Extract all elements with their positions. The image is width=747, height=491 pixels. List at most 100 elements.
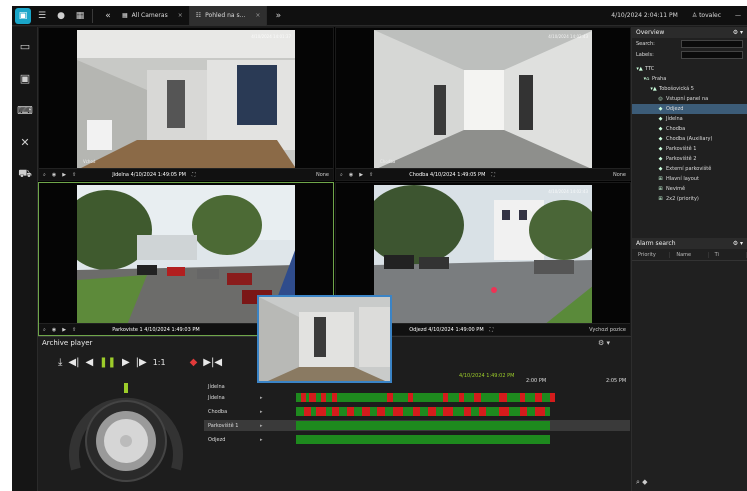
close-icon[interactable]: × [178,12,183,19]
camera-tile-2[interactable]: 4/10/2024 14:02:43 Chodba ⌕ ◉ ▶ ⇪ Chodba… [335,27,631,181]
camera-tag: Vchod [83,159,96,164]
car-icon[interactable]: ⛟ [12,161,38,187]
timeline-row[interactable]: Jídelna ▸ [204,392,630,403]
tree-item[interactable]: ▾⌂ Praha [632,74,747,84]
camera-label: Parkoviště 1 [208,422,239,429]
camera-grid: 4/10/2024 14:01:37 Vchod ⌕ ◉ ▶ ⇪ Jidelna… [38,27,631,336]
ptz-preset-select[interactable]: Vychozi pozice [589,327,626,333]
layout-grid-icon[interactable]: ▦ [72,8,88,24]
eye-icon[interactable]: ◉ [52,327,56,333]
bookmark-icon[interactable]: ◆ [190,357,198,368]
camera-label: Jídelna [208,394,225,401]
camera-feed-1[interactable]: 4/10/2024 14:01:37 Vchod [77,30,295,168]
motion-segment [473,393,482,402]
tree-item[interactable]: ◆ Chodba [632,124,747,134]
menu-icon[interactable]: ☰ [34,8,50,24]
ptz-preset-select[interactable]: None [613,172,626,178]
expand-arrow-icon[interactable]: ▸ [260,423,296,429]
expand-icon[interactable]: ⛶ [491,172,495,178]
recording-bar[interactable] [296,393,556,402]
tree-item[interactable]: ◆ Odjezd [632,104,747,114]
tree-item[interactable]: ⊞ Hlavní layout [632,174,747,184]
step-back-icon[interactable]: ◀| [68,357,79,368]
camera-feed-2[interactable]: 4/10/2024 14:02:43 Chodba [374,30,592,168]
settings-icon[interactable]: ⚙ ▾ [598,339,610,347]
expand-arrow-icon[interactable]: ▸ [260,409,296,415]
recording-bar[interactable] [296,435,550,444]
tree-item[interactable]: ◆ Externí parkoviště [632,164,747,174]
zoom-icon[interactable]: ⌕ [43,327,46,333]
tab-all-cameras[interactable]: ▦ All Cameras × [116,6,190,26]
tree-item[interactable]: ▾▲ Tobošovická 5 [632,84,747,94]
keyboard-icon[interactable]: ⌨ [12,97,38,123]
alarm-search-header: Alarm search ⚙ ▾ [632,238,747,249]
reverse-icon[interactable]: ◀ [85,357,93,368]
step-forward-icon[interactable]: |▶ [136,357,147,368]
eye-icon[interactable]: ◉ [52,172,56,178]
user-menu[interactable]: ♙ tovalec [692,12,721,19]
zoom-icon[interactable]: ⌕ [43,172,46,178]
col-time[interactable]: Ti [709,251,747,258]
tree-item[interactable]: ▾▲ TTC [632,64,747,74]
scroll-right-icon[interactable]: » [270,8,286,24]
preview-popup[interactable] [257,295,392,383]
motion-segment [443,393,449,402]
expand-icon[interactable]: ⛶ [192,172,196,178]
recording-bar[interactable] [296,421,550,430]
search-input[interactable] [681,39,743,48]
playback-icon[interactable]: ▶ [62,327,66,333]
export-icon[interactable]: ⇪ [72,172,76,178]
timeline-row[interactable]: Chodba ▸ [204,406,630,417]
settings-icon[interactable]: ⚙ ▾ [733,29,743,36]
grid-icon: ▦ [122,12,128,19]
recording-bar[interactable] [296,407,550,416]
jog-shuttle-dial[interactable] [64,379,188,489]
playback-icon[interactable]: ▶ [62,172,66,178]
mark-in-icon[interactable]: ▶|◀ [203,357,222,368]
timeline-row[interactable]: Parkoviště 1 ▸ [204,420,630,431]
expand-arrow-icon[interactable]: ▸ [260,437,296,443]
tree-item-label: Odjezd [666,106,684,112]
labels-input[interactable] [681,50,743,59]
tree-item[interactable]: ◆ Parkoviště 1 [632,144,747,154]
export-icon[interactable]: ⇪ [72,327,76,333]
motion-segment [443,407,454,416]
timeline-row[interactable]: Odjezd ▸ [204,434,630,445]
motion-segment [301,393,307,402]
search-icon[interactable]: ⌕ ◆ [636,478,648,487]
eye-icon[interactable]: ◉ [349,172,353,178]
tree-item[interactable]: ◆ Chodba (Auxiliary) [632,134,747,144]
minimize-icon[interactable]: — [735,12,741,19]
camera-tile-1[interactable]: 4/10/2024 14:01:37 Vchod ⌕ ◉ ▶ ⇪ Jidelna… [38,27,334,181]
tree-item-label: Chodba [666,126,686,132]
device-tree: ▾▲ TTC ▾⌂ Praha ▾▲ Tobošovická 5 ◎ Vstupní pane… [632,64,747,232]
camera-feed-4[interactable]: 4/10/2024 14:02:43 [374,185,592,323]
speed-value[interactable]: 1:1 [153,358,166,367]
playback-icon[interactable]: ▶ [359,172,363,178]
export-icon[interactable]: ⇪ [369,172,373,178]
col-priority[interactable]: Priority [632,251,671,258]
tree-item[interactable]: ◆ Jídelna [632,114,747,124]
archive-icon[interactable]: ▣ [12,65,38,91]
monitor-icon[interactable]: ▭ [12,33,38,59]
expand-icon[interactable]: ⛶ [490,327,494,333]
user-name: tovalec [699,12,721,19]
tree-item[interactable]: ⊞ Nevimě [632,184,747,194]
close-icon[interactable]: × [255,12,260,19]
tab-view[interactable]: ☷ Pohled na s... × [189,6,268,26]
expand-arrow-icon[interactable]: ▸ [260,395,296,401]
tools-icon[interactable]: ✕ [12,129,38,155]
settings-icon[interactable]: ⚙ ▾ [733,240,743,247]
scroll-left-icon[interactable]: « [100,8,116,24]
tree-item[interactable]: ⊞ 2x2 (priority) [632,194,747,204]
play-icon[interactable]: ▶ [122,357,130,368]
tree-node-icon: ▾⌂ [643,76,650,82]
col-name[interactable]: Name [670,251,709,258]
app-logo-icon[interactable]: ▣ [15,7,31,24]
tree-item[interactable]: ◆ Parkoviště 2 [632,154,747,164]
tree-item[interactable]: ◎ Vstupní panel na [632,94,747,104]
ptz-preset-select[interactable]: None [316,172,329,178]
pause-icon[interactable]: ❚❚ [99,357,116,368]
zoom-icon[interactable]: ⌕ [340,172,343,178]
export-down-icon[interactable]: ⤓ [58,357,62,368]
